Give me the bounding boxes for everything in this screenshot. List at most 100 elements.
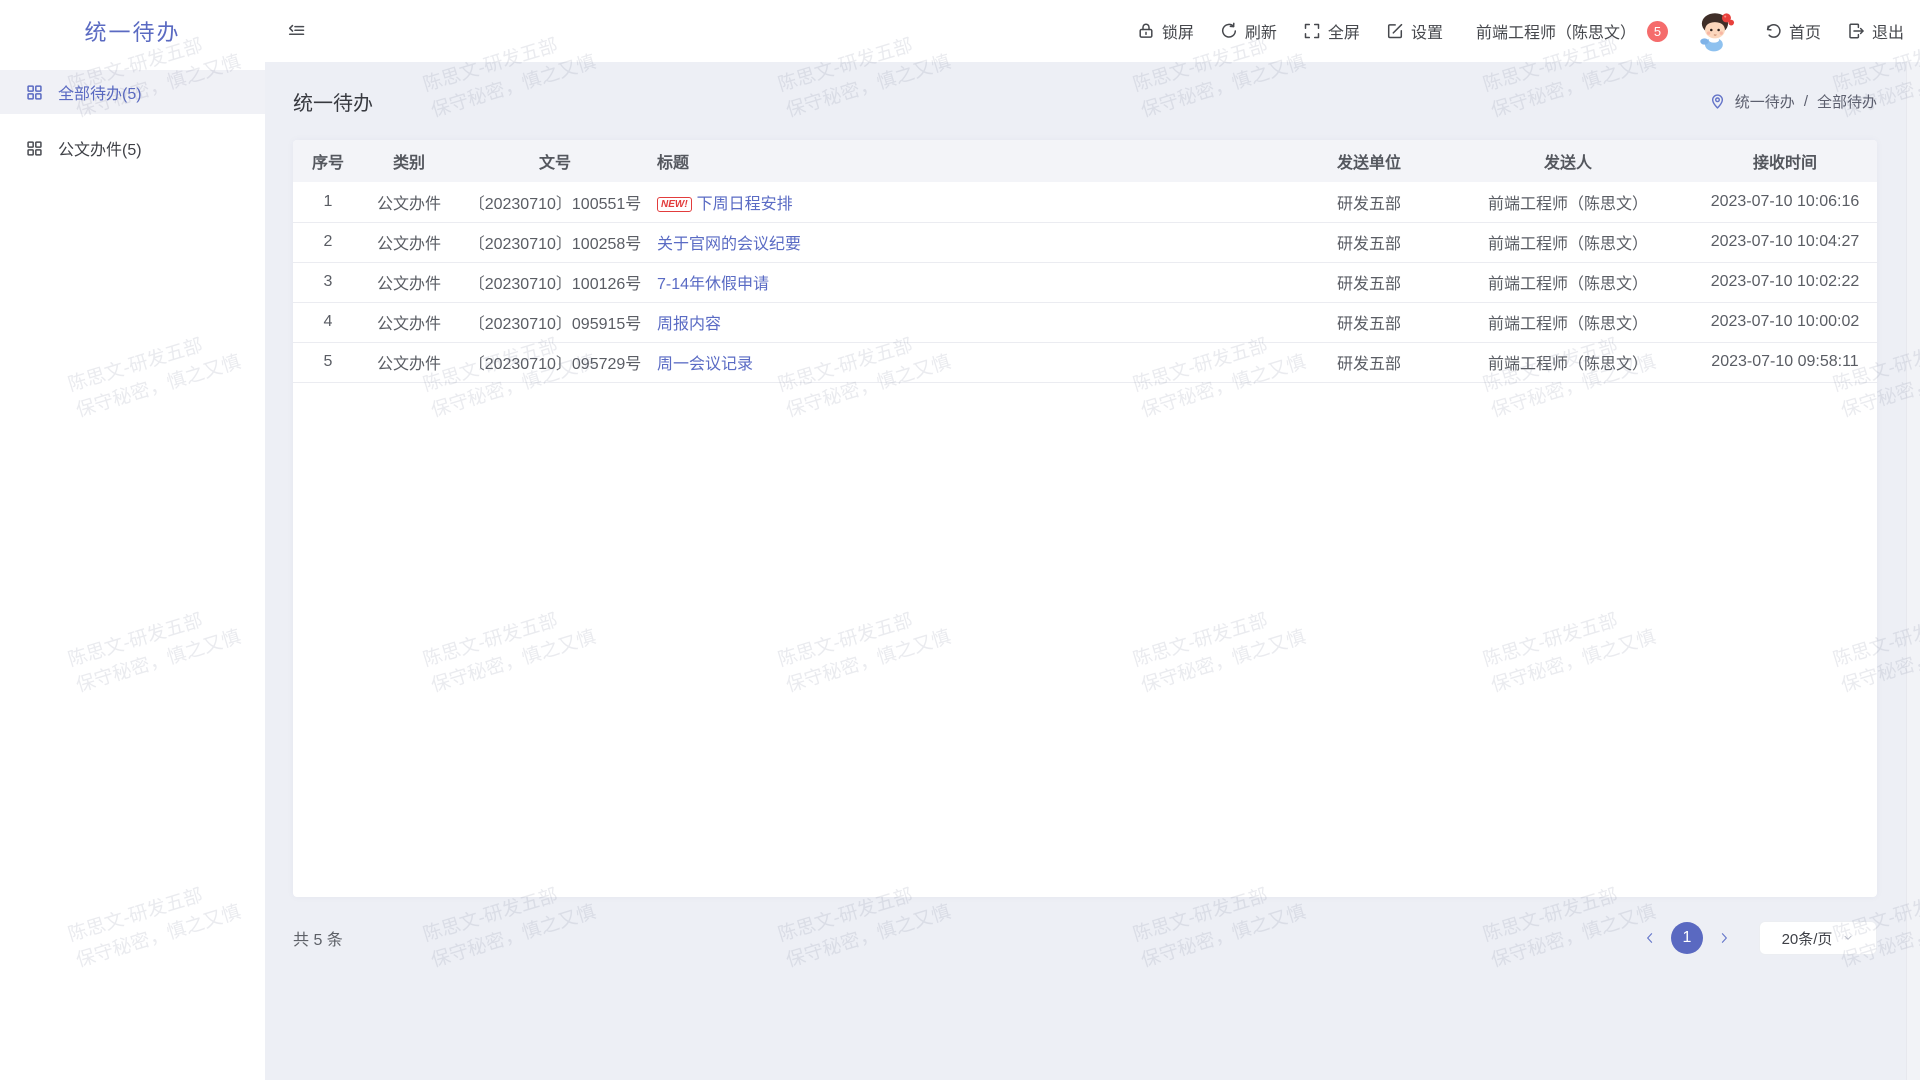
row-category: 公文办件 [363,342,455,382]
row-sender: 前端工程师（陈思文） [1443,182,1693,222]
row-index: 4 [293,302,363,342]
todo-count-badge: 5 [1647,21,1668,42]
header-links: 首页 退出 [1764,19,1904,43]
user-name: 前端工程师（陈思文） [1476,19,1636,43]
row-title-cell: 7-14年休假申请 [655,262,1295,302]
column-header-3: 标题 [655,140,1295,182]
row-sender: 前端工程师（陈思文） [1443,262,1693,302]
page-size-select[interactable]: 20条/页 [1759,921,1877,955]
breadcrumb-item-root[interactable]: 统一待办 [1735,91,1795,112]
table-row: 1公文办件〔20230710〕100551号NEW! 下周日程安排 研发五部前端工程… [293,182,1877,222]
next-page-icon[interactable] [1713,927,1735,949]
topbar-right: 锁屏 刷新 全屏 设置 前端工程师（陈思文） 5 [1137,9,1920,53]
refresh-label: 刷新 [1245,19,1277,43]
grid-icon [26,140,43,157]
row-doc-no: 〔20230710〕095915号 [455,302,655,342]
table-header-row: 序号类别文号标题发送单位发送人接收时间 [293,140,1877,182]
todo-table: 序号类别文号标题发送单位发送人接收时间 1公文办件〔20230710〕10055… [293,140,1877,383]
breadcrumb-item-current[interactable]: 全部待办 [1817,91,1877,112]
table-row: 5公文办件〔20230710〕095729号周一会议记录 研发五部前端工程师（陈思… [293,342,1877,382]
row-receive-time: 2023-07-10 10:02:22 [1693,262,1877,302]
column-header-5: 发送人 [1443,140,1693,182]
row-category: 公文办件 [363,262,455,302]
scrollbar-track[interactable] [1906,62,1920,1080]
row-category: 公文办件 [363,222,455,262]
row-category: 公文办件 [363,302,455,342]
row-sender: 前端工程师（陈思文） [1443,222,1693,262]
prev-page-icon[interactable] [1639,927,1661,949]
settings-icon [1386,22,1404,40]
lock-icon [1137,22,1155,40]
row-title-cell: 周一会议记录 [655,342,1295,382]
lock-button[interactable]: 锁屏 [1137,19,1194,43]
row-category: 公文办件 [363,182,455,222]
doc-title-link[interactable]: 周报内容 [657,316,721,333]
column-header-0: 序号 [293,140,363,182]
doc-title-link[interactable]: 7-14年休假申请 [657,276,769,293]
home-button[interactable]: 首页 [1764,19,1821,43]
row-index: 1 [293,182,363,222]
main-content: 统一待办 统一待办 / 全部待办 序号类别文号标题发送单位发送人接收时间 1公文… [265,62,1920,1080]
page-number-button[interactable]: 1 [1671,922,1703,954]
avatar[interactable] [1694,9,1738,53]
breadcrumb-separator: / [1804,93,1808,110]
column-header-6: 接收时间 [1693,140,1877,182]
top-bar: 统一待办 锁屏 刷新 全屏 设置 前端工程师（陈思文） 5 [0,0,1920,62]
home-label: 首页 [1789,19,1821,43]
fullscreen-label: 全屏 [1328,19,1360,43]
logout-button[interactable]: 退出 [1847,19,1904,43]
lock-label: 锁屏 [1162,19,1194,43]
sidebar-item-label: 公文办件(5) [58,136,142,160]
todo-table-card: 序号类别文号标题发送单位发送人接收时间 1公文办件〔20230710〕10055… [293,140,1877,897]
table-row: 3公文办件〔20230710〕100126号7-14年休假申请研发五部前端工程师… [293,262,1877,302]
doc-title-link[interactable]: 关于官网的会议纪要 [657,236,801,253]
pagination: 1 20条/页 [1639,921,1877,955]
row-sender: 前端工程师（陈思文） [1443,342,1693,382]
column-header-2: 文号 [455,140,655,182]
sidebar-item-0[interactable]: 全部待办(5) [0,70,265,114]
row-sender-unit: 研发五部 [1295,182,1443,222]
row-title-cell: 周报内容 [655,302,1295,342]
page-head: 统一待办 统一待办 / 全部待办 [293,62,1877,140]
row-index: 5 [293,342,363,382]
row-doc-no: 〔20230710〕100551号 [455,182,655,222]
settings-label: 设置 [1411,19,1443,43]
row-receive-time: 2023-07-10 09:58:11 [1693,342,1877,382]
row-sender: 前端工程师（陈思文） [1443,302,1693,342]
row-receive-time: 2023-07-10 10:00:02 [1693,302,1877,342]
row-sender-unit: 研发五部 [1295,342,1443,382]
total-count: 共 5 条 [293,926,343,950]
row-title-cell: NEW! 下周日程安排 [655,182,1295,222]
row-sender-unit: 研发五部 [1295,302,1443,342]
user-menu[interactable]: 前端工程师（陈思文） 5 [1469,19,1668,43]
table-body: 1公文办件〔20230710〕100551号NEW!下周日程安排研发五部前端工程… [293,182,1877,382]
row-doc-no: 〔20230710〕100258号 [455,222,655,262]
fullscreen-button[interactable]: 全屏 [1303,19,1360,43]
doc-title-link[interactable]: 下周日程安排 [697,196,793,213]
page-title: 统一待办 [293,87,373,116]
row-doc-no: 〔20230710〕095729号 [455,342,655,382]
location-pin-icon [1709,93,1726,110]
fullscreen-icon [1303,22,1321,40]
doc-title-link[interactable]: 周一会议记录 [657,356,753,373]
app-logo: 统一待办 [0,15,265,47]
row-receive-time: 2023-07-10 10:04:27 [1693,222,1877,262]
row-sender-unit: 研发五部 [1295,222,1443,262]
refresh-button[interactable]: 刷新 [1220,19,1277,43]
page-size-value: 20条/页 [1782,928,1833,949]
chevron-down-icon [1842,932,1854,944]
table-row: 4公文办件〔20230710〕095915号周报内容 研发五部前端工程师（陈思文）… [293,302,1877,342]
grid-icon [26,84,43,101]
settings-button[interactable]: 设置 [1386,19,1443,43]
new-badge: NEW! [657,197,692,212]
row-title-cell: 关于官网的会议纪要 [655,222,1295,262]
refresh-icon [1220,22,1238,40]
sidebar-item-1[interactable]: 公文办件(5) [0,126,265,170]
menu-fold-icon[interactable] [287,22,306,41]
row-index: 3 [293,262,363,302]
header-actions: 锁屏 刷新 全屏 设置 [1137,19,1443,43]
sidebar-item-label: 全部待办(5) [58,80,142,104]
table-row: 2公文办件〔20230710〕100258号关于官网的会议纪要研发五部前端工程师… [293,222,1877,262]
home-icon [1764,22,1782,40]
list-footer: 共 5 条 1 20条/页 [293,921,1877,955]
